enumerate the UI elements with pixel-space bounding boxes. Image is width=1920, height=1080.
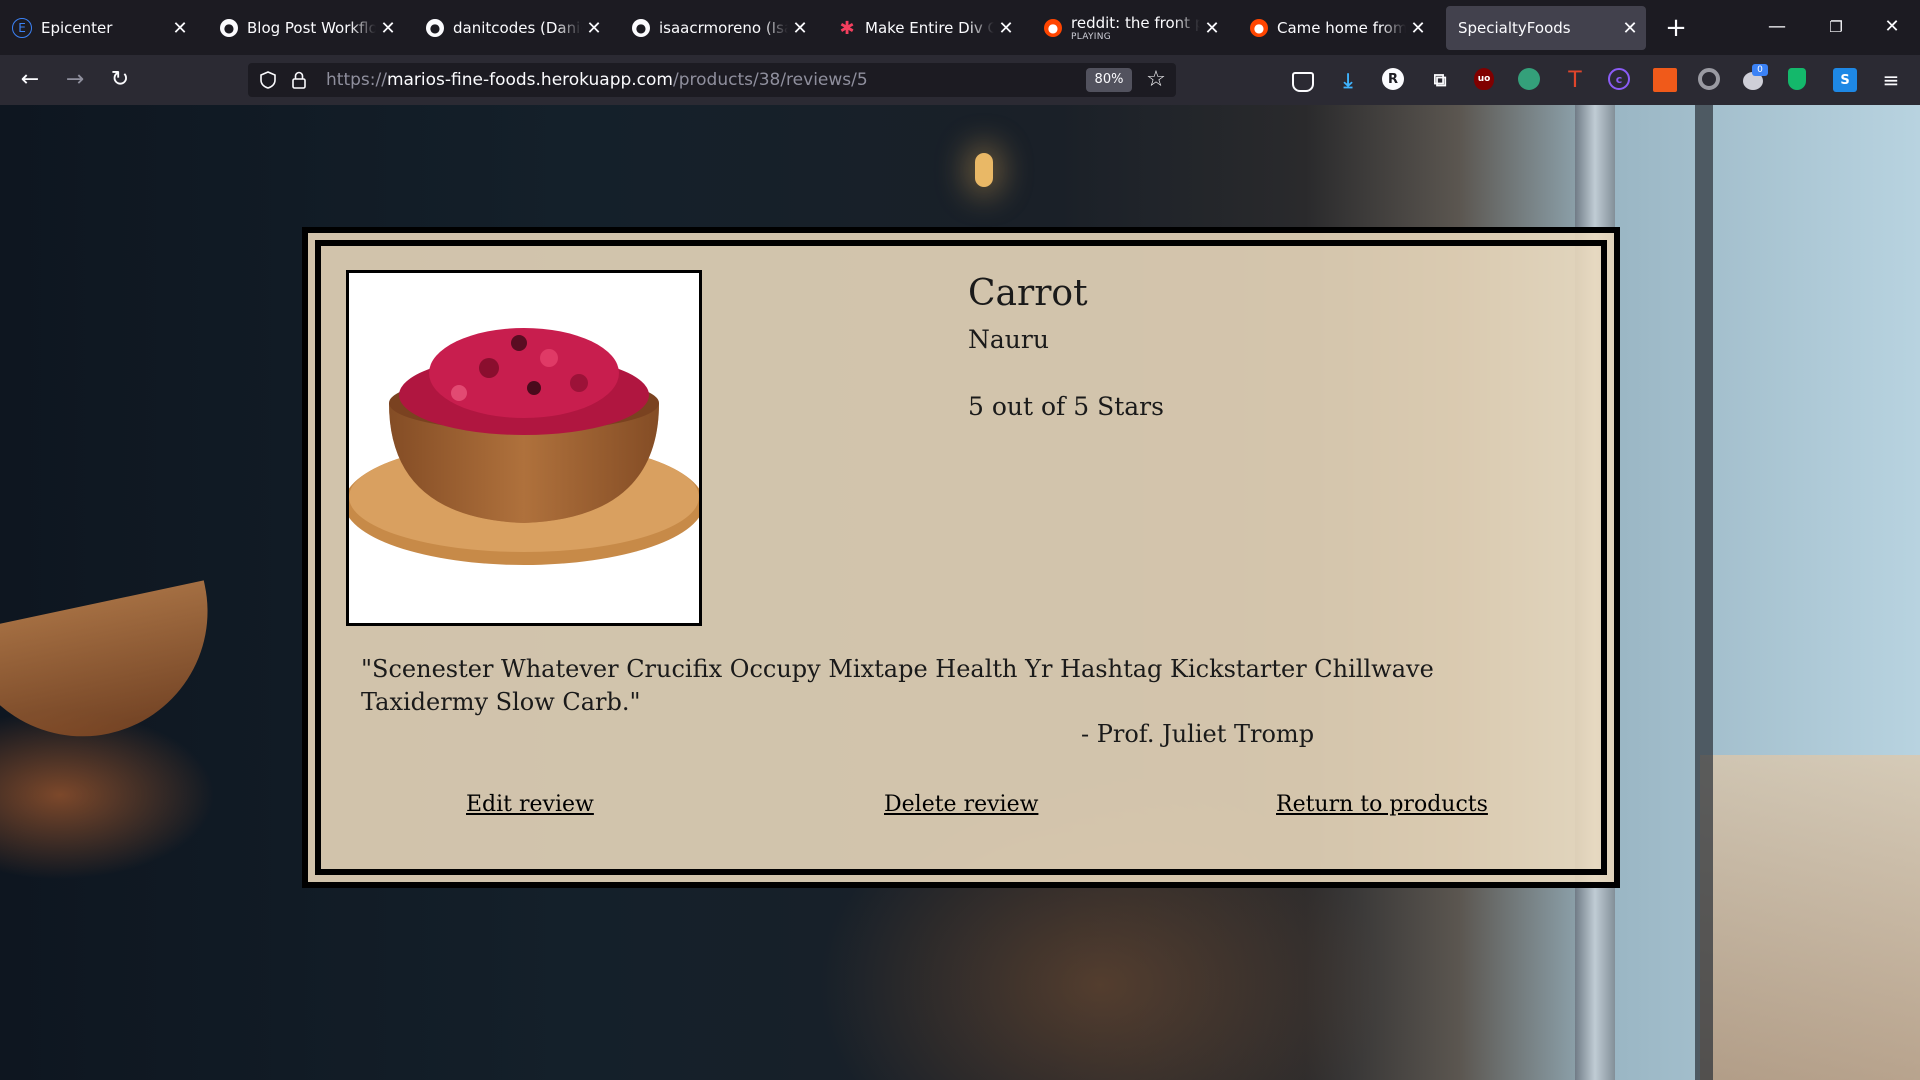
tab-isaacrmoreno[interactable]: ● isaacrmoreno (Isaac ✕ xyxy=(620,6,816,50)
shield-extension-icon[interactable] xyxy=(1788,68,1806,90)
extension-badge: 0 xyxy=(1752,64,1768,76)
tab-blog-post-workflow[interactable]: ● Blog Post Workflow ✕ xyxy=(208,6,404,50)
tab-label: Came home from ni xyxy=(1277,19,1406,37)
green-extension-icon[interactable] xyxy=(1518,68,1540,90)
background-lamp xyxy=(0,580,231,760)
ublock-icon[interactable]: uo xyxy=(1474,68,1494,90)
review-card: Carrot Nauru 5 out of 5 Stars "Scenester… xyxy=(302,227,1620,888)
review-text: "Scenester Whatever Crucifix Occupy Mixt… xyxy=(361,655,1434,716)
navigation-toolbar: ← → ↻ https://marios-fine-foods.herokuap… xyxy=(0,55,1920,105)
tab-label: Make Entire Div Click xyxy=(865,19,994,37)
review-rating: 5 out of 5 Stars xyxy=(968,392,1164,421)
address-bar[interactable]: https://marios-fine-foods.herokuapp.com/… xyxy=(248,63,1176,97)
background-building xyxy=(1700,755,1920,1080)
page-viewport: Carrot Nauru 5 out of 5 Stars "Scenester… xyxy=(0,105,1920,1080)
tab-playing-label: PLAYING xyxy=(1071,32,1112,42)
download-icon[interactable]: ⤓ xyxy=(1336,68,1360,92)
close-tab-icon[interactable]: ✕ xyxy=(168,18,192,39)
reload-button[interactable]: ↻ xyxy=(104,64,136,96)
close-tab-icon[interactable]: ✕ xyxy=(994,18,1018,39)
product-name: Carrot xyxy=(968,273,1088,314)
tab-strip: E Epicenter ✕ ● Blog Post Workflow ✕ ● d… xyxy=(0,0,1920,55)
forward-button[interactable]: → xyxy=(59,64,91,96)
t-extension-icon[interactable]: T xyxy=(1563,68,1587,93)
asterisk-icon: ✱ xyxy=(839,17,855,39)
github-icon: ● xyxy=(632,19,650,37)
tab-specialtyfoods[interactable]: SpecialtyFoods ✕ xyxy=(1446,6,1646,50)
shield-icon[interactable] xyxy=(258,70,278,90)
url-path: /products/38/reviews/5 xyxy=(673,70,868,90)
pocket-icon[interactable] xyxy=(1292,72,1314,92)
r-extension-icon[interactable]: R xyxy=(1382,68,1404,90)
tab-label: SpecialtyFoods xyxy=(1458,19,1571,37)
tab-label: Epicenter xyxy=(41,19,113,37)
close-tab-icon[interactable]: ✕ xyxy=(582,18,606,39)
tab-label: isaacrmoreno (Isaac xyxy=(659,19,788,37)
close-tab-icon[interactable]: ✕ xyxy=(788,18,812,39)
extensions-icon[interactable]: ⧉ xyxy=(1428,68,1452,92)
url-text[interactable]: https://marios-fine-foods.herokuapp.com/… xyxy=(326,63,868,97)
edit-review-link[interactable]: Edit review xyxy=(466,792,594,817)
lock-icon[interactable] xyxy=(290,70,308,90)
close-tab-icon[interactable]: ✕ xyxy=(1618,18,1642,39)
menu-icon[interactable]: ≡ xyxy=(1875,64,1907,96)
back-button[interactable]: ← xyxy=(14,64,46,96)
return-to-products-link[interactable]: Return to products xyxy=(1276,792,1488,817)
restore-icon[interactable]: ❐ xyxy=(1816,12,1856,42)
delete-review-link[interactable]: Delete review xyxy=(884,792,1038,817)
close-tab-icon[interactable]: ✕ xyxy=(1200,18,1224,39)
product-image xyxy=(346,270,702,626)
close-window-icon[interactable]: ✕ xyxy=(1872,12,1912,42)
review-card-inner-border: Carrot Nauru 5 out of 5 Stars "Scenester… xyxy=(315,240,1607,875)
tab-make-entire-div[interactable]: ✱ Make Entire Div Click ✕ xyxy=(826,6,1022,50)
tab-label: Blog Post Workflow xyxy=(247,19,376,37)
orange-extension-icon[interactable] xyxy=(1653,68,1677,92)
tab-reddit-front-page[interactable]: ● reddit: the front page PLAYING ✕ xyxy=(1032,6,1228,50)
url-scheme: https:// xyxy=(326,70,387,90)
tab-label: danitcodes (Danielle xyxy=(453,19,582,37)
epicenter-icon: E xyxy=(12,18,32,38)
new-tab-button[interactable]: + xyxy=(1658,10,1694,46)
zoom-level-button[interactable]: 80% xyxy=(1086,68,1132,92)
s-extension-icon[interactable]: S xyxy=(1833,68,1857,92)
tab-epicenter[interactable]: E Epicenter ✕ xyxy=(0,6,196,50)
close-tab-icon[interactable]: ✕ xyxy=(1406,18,1430,39)
tab-came-home[interactable]: ● Came home from ni ✕ xyxy=(1238,6,1434,50)
url-host: marios-fine-foods.herokuapp.com xyxy=(386,70,673,90)
close-tab-icon[interactable]: ✕ xyxy=(376,18,400,39)
review-author: - Prof. Juliet Tromp xyxy=(1081,720,1315,748)
reddit-icon: ● xyxy=(1250,19,1268,37)
background-bulb xyxy=(975,153,993,187)
minimize-icon[interactable]: — xyxy=(1757,12,1797,42)
background-window-frame xyxy=(1695,105,1713,1080)
github-icon: ● xyxy=(426,19,444,37)
c-extension-icon[interactable]: c xyxy=(1608,68,1630,90)
tab-label: reddit: the front page xyxy=(1071,14,1200,32)
tab-danitcodes[interactable]: ● danitcodes (Danielle ✕ xyxy=(414,6,610,50)
reddit-icon: ● xyxy=(1044,19,1062,37)
bookmark-star-icon[interactable]: ☆ xyxy=(1142,66,1170,94)
grey-extension-icon[interactable] xyxy=(1698,68,1720,90)
product-origin: Nauru xyxy=(968,325,1049,354)
github-icon: ● xyxy=(220,19,238,37)
